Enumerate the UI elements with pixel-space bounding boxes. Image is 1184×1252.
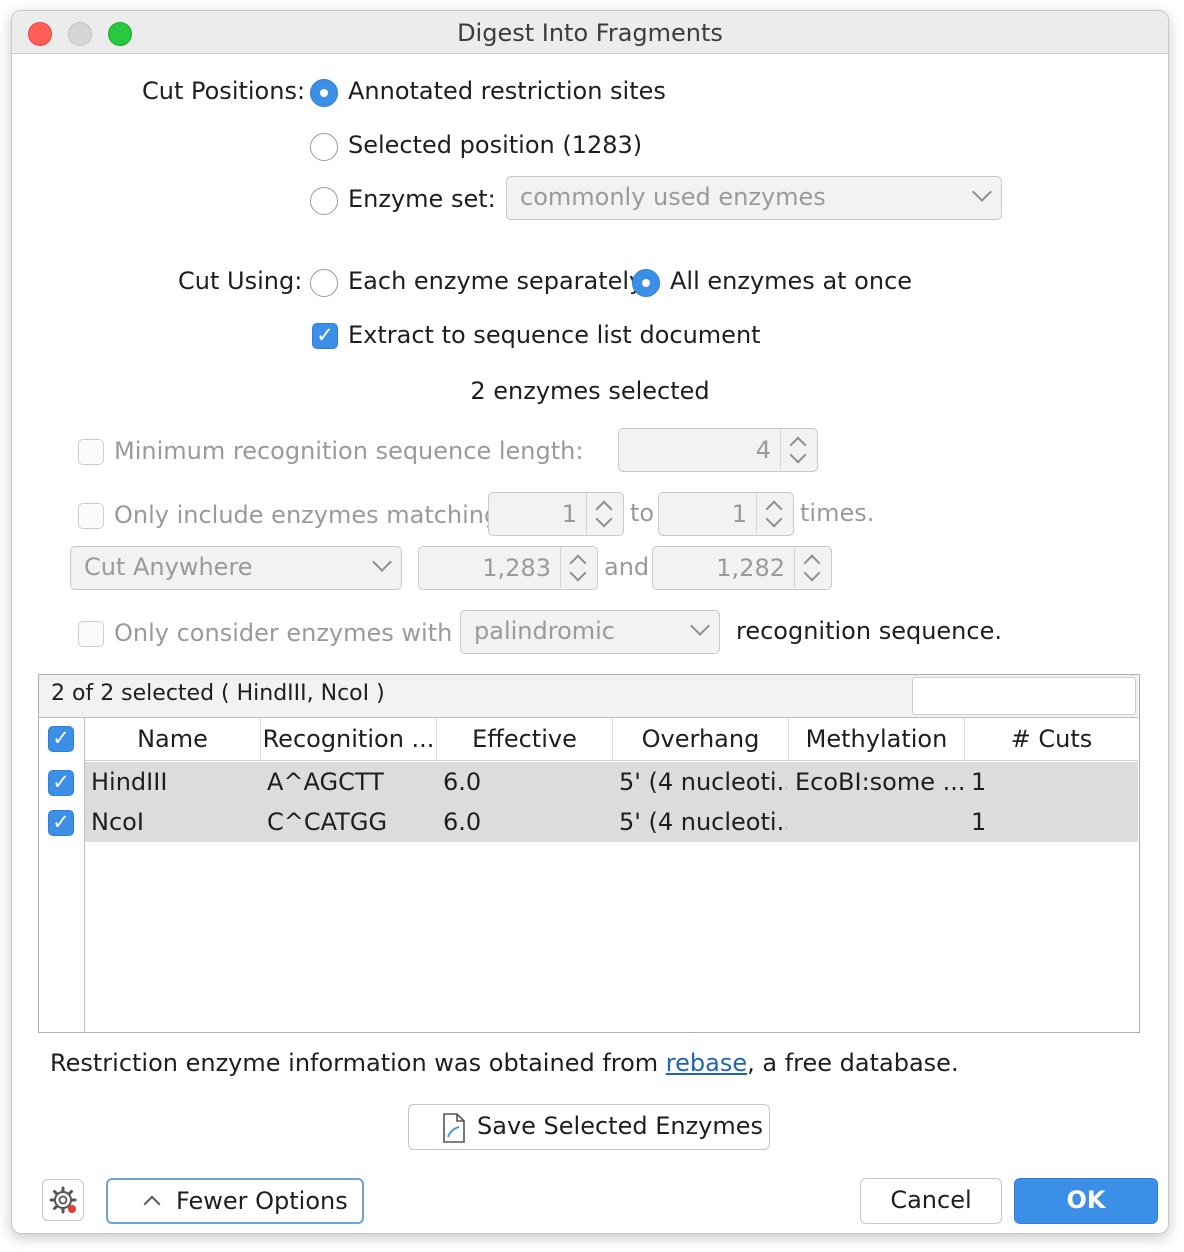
- chevron-down-icon: [690, 616, 710, 636]
- radio-each-enzyme-label[interactable]: Each enzyme separately: [348, 267, 643, 295]
- min-length-checkbox[interactable]: [78, 439, 104, 465]
- matching-from-value: 1: [561, 500, 577, 528]
- select-all-checkbox[interactable]: ✓: [48, 726, 74, 752]
- row-checkbox-hindiii[interactable]: ✓: [48, 770, 74, 796]
- rebase-info-prefix: Restriction enzyme information was obtai…: [50, 1049, 666, 1077]
- cut-using-label: Cut Using:: [178, 267, 303, 295]
- extract-label[interactable]: Extract to sequence list document: [348, 321, 761, 349]
- enzyme-set-dropdown[interactable]: commonly used enzymes: [506, 176, 1002, 220]
- radio-enzyme-set-label[interactable]: Enzyme set:: [348, 185, 496, 213]
- cell-overhang: 5' (4 nucleoti...: [619, 808, 787, 836]
- min-length-stepper[interactable]: 4: [618, 428, 818, 472]
- cut-range-value: Cut Anywhere: [84, 553, 253, 581]
- cut-range-to-value: 1,282: [716, 554, 785, 582]
- matching-to-stepper[interactable]: 1: [658, 492, 794, 536]
- cell-recognition: A^AGCTT: [267, 768, 384, 796]
- checkbox-column: ✓ ✓ ✓: [39, 718, 85, 1032]
- recognition-type-dropdown[interactable]: palindromic: [460, 610, 720, 654]
- radio-each-enzyme[interactable]: [310, 269, 338, 297]
- fewer-options-label: Fewer Options: [176, 1187, 348, 1215]
- rebase-info-text: Restriction enzyme information was obtai…: [50, 1049, 959, 1077]
- rebase-info-suffix: , a free database.: [747, 1049, 959, 1077]
- stepper-arrows-icon[interactable]: [586, 493, 623, 534]
- rebase-link[interactable]: rebase: [666, 1049, 747, 1077]
- radio-all-enzymes[interactable]: [632, 269, 660, 297]
- table-filter-input[interactable]: [912, 677, 1136, 715]
- radio-all-enzymes-label[interactable]: All enzymes at once: [670, 267, 912, 295]
- cell-recognition: C^CATGG: [267, 808, 388, 836]
- column-header-overhang[interactable]: Overhang: [613, 718, 789, 760]
- table-status-text: 2 of 2 selected ( HindIII, NcoI ): [51, 681, 385, 706]
- fewer-options-button[interactable]: Fewer Options: [106, 1178, 364, 1224]
- cell-methylation: EcoBI:some ...: [795, 768, 963, 796]
- cancel-button[interactable]: Cancel: [860, 1178, 1002, 1224]
- min-length-label: Minimum recognition sequence length:: [114, 437, 584, 465]
- column-header-effective-length[interactable]: Effective Len...: [437, 718, 613, 760]
- stepper-arrows-icon[interactable]: [780, 429, 817, 470]
- chevron-down-icon: [972, 182, 992, 202]
- enzyme-set-value: commonly used enzymes: [520, 183, 826, 211]
- matching-to-label: to: [630, 499, 655, 527]
- cut-range-to-stepper[interactable]: 1,282: [652, 546, 832, 590]
- extract-checkbox[interactable]: ✓: [312, 323, 338, 349]
- cell-name: HindIII: [91, 768, 168, 796]
- cut-range-and-label: and: [604, 553, 650, 581]
- stepper-arrows-icon[interactable]: [560, 547, 597, 588]
- consider-suffix: recognition sequence.: [736, 617, 1002, 645]
- gear-icon: [49, 1186, 77, 1214]
- chevron-up-icon: [143, 1195, 161, 1213]
- matching-to-value: 1: [731, 500, 747, 528]
- radio-enzyme-set[interactable]: [310, 187, 338, 215]
- table-row[interactable]: NcoI C^CATGG 6.0 5' (4 nucleoti... 1: [85, 802, 1138, 842]
- title-bar: Digest Into Fragments: [12, 11, 1168, 54]
- cell-cuts: 1: [971, 808, 987, 836]
- consider-checkbox[interactable]: [78, 621, 104, 647]
- radio-selected-position[interactable]: [310, 133, 338, 161]
- row-checkbox-ncoi[interactable]: ✓: [48, 810, 74, 836]
- settings-button[interactable]: [42, 1179, 84, 1221]
- cell-overhang: 5' (4 nucleoti...: [619, 768, 787, 796]
- column-header-methylation[interactable]: Methylation: [789, 718, 965, 760]
- radio-annotated-sites-label[interactable]: Annotated restriction sites: [348, 77, 666, 105]
- consider-label: Only consider enzymes with: [114, 619, 453, 647]
- cell-cuts: 1: [971, 768, 987, 796]
- enzymes-selected-text: 2 enzymes selected: [470, 377, 710, 405]
- document-icon: [443, 1113, 465, 1143]
- cut-positions-label: Cut Positions:: [142, 77, 306, 105]
- dialog-window: Digest Into Fragments Cut Positions: Ann…: [11, 10, 1169, 1234]
- cut-range-dropdown[interactable]: Cut Anywhere: [70, 546, 402, 590]
- cell-effective-length: 6.0: [443, 808, 482, 836]
- enzyme-table: 2 of 2 selected ( HindIII, NcoI ) ✓ ✓ ✓ …: [38, 674, 1140, 1033]
- column-header-recognition[interactable]: Recognition ...: [261, 718, 437, 760]
- table-status-bar: 2 of 2 selected ( HindIII, NcoI ): [39, 675, 1138, 718]
- table-header: Name Recognition ... Effective Len... Ov…: [85, 718, 1138, 761]
- column-header-cuts[interactable]: # Cuts: [965, 718, 1138, 760]
- radio-selected-position-label[interactable]: Selected position (1283): [348, 131, 642, 159]
- recognition-type-value: palindromic: [474, 617, 615, 645]
- chevron-down-icon: [372, 552, 392, 572]
- matching-checkbox[interactable]: [78, 503, 104, 529]
- cut-range-from-stepper[interactable]: 1,283: [418, 546, 598, 590]
- table-row[interactable]: HindIII A^AGCTT 6.0 5' (4 nucleoti... Ec…: [85, 762, 1138, 802]
- ok-button[interactable]: OK: [1014, 1178, 1158, 1224]
- cut-range-from-value: 1,283: [482, 554, 551, 582]
- radio-annotated-sites[interactable]: [310, 79, 338, 107]
- save-selected-enzymes-label: Save Selected Enzymes: [477, 1112, 764, 1140]
- save-selected-enzymes-button[interactable]: Save Selected Enzymes: [408, 1104, 770, 1150]
- stepper-arrows-icon[interactable]: [756, 493, 793, 534]
- cell-name: NcoI: [91, 808, 144, 836]
- matching-from-stepper[interactable]: 1: [488, 492, 624, 536]
- matching-label: Only include enzymes matching: [114, 501, 500, 529]
- matching-suffix: times.: [800, 499, 875, 527]
- min-length-value: 4: [755, 436, 771, 464]
- stepper-arrows-icon[interactable]: [794, 547, 831, 588]
- window-title: Digest Into Fragments: [457, 19, 723, 47]
- column-header-name[interactable]: Name: [85, 718, 261, 760]
- cell-effective-length: 6.0: [443, 768, 482, 796]
